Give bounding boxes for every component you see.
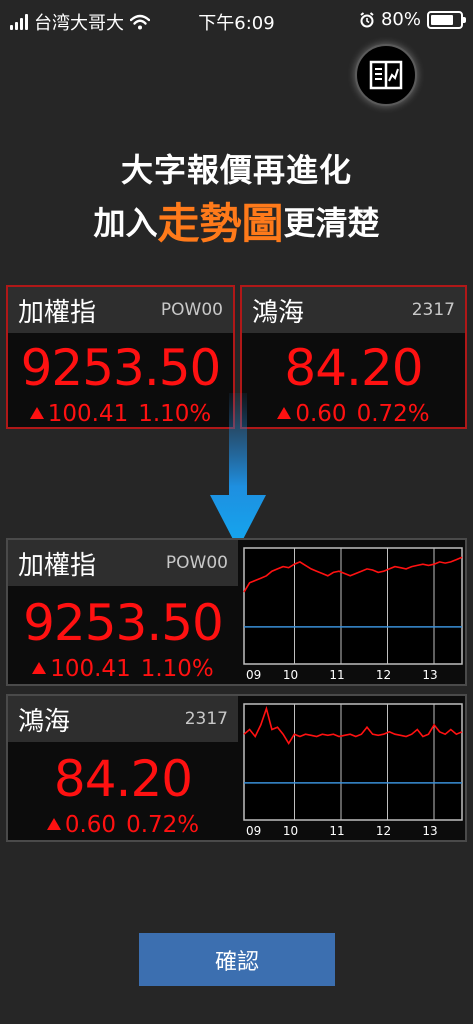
alarm-icon <box>360 11 374 27</box>
down-arrow-icon <box>210 393 266 549</box>
stock-change: 0.60 <box>64 812 117 838</box>
chart-x-tick: 11 <box>329 668 344 682</box>
headline-prefix: 加入 <box>93 204 158 242</box>
stock-code: 2317 <box>411 300 455 320</box>
up-triangle-icon <box>32 662 47 674</box>
stock-percent: 1.10% <box>138 401 212 427</box>
status-bar: 台湾大哥大 下午6:09 80% <box>0 0 473 40</box>
stock-name: 加權指 <box>18 550 97 581</box>
chart-frame <box>243 703 463 821</box>
stock-price: 84.20 <box>53 750 193 808</box>
battery-percent: 80% <box>380 9 421 30</box>
chart-book-button[interactable] <box>355 44 417 106</box>
stock-change-row: 0.60 0.72% <box>242 401 465 427</box>
stock-percent: 0.72% <box>356 401 430 427</box>
chart-x-tick: 09 <box>246 668 261 682</box>
card-header: 鴻海 2317 <box>242 287 465 333</box>
chart-x-tick: 13 <box>422 824 437 838</box>
up-triangle-icon <box>277 407 292 419</box>
stock-name: 鴻海 <box>252 297 305 328</box>
chart-x-tick: 12 <box>376 824 391 838</box>
stock-change-row: 100.41 1.10% <box>8 656 238 682</box>
stock-name: 鴻海 <box>18 706 71 737</box>
chart-x-tick: 10 <box>283 668 298 682</box>
stock-percent: 1.10% <box>140 656 214 682</box>
new-quote-card-taiex: 加權指 POW00 9253.50 100.41 1.10% 09 10 11 12 1… <box>6 538 467 686</box>
quote-pane: 鴻海 2317 84.20 0.60 0.72% <box>8 696 238 840</box>
stock-name: 加權指 <box>18 297 97 328</box>
up-triangle-icon <box>29 407 44 419</box>
chart-x-tick: 10 <box>283 824 298 838</box>
new-quote-card-2317: 鴻海 2317 84.20 0.60 0.72% 09 10 11 12 13 <box>6 694 467 842</box>
card-header: 加權指 POW00 <box>8 287 233 333</box>
status-right: 80% <box>359 9 466 30</box>
intraday-chart-2317: 09 10 11 12 13 <box>243 703 463 838</box>
stock-price: 9253.50 <box>20 339 222 397</box>
quote-pane: 加權指 POW00 9253.50 100.41 1.10% <box>8 540 238 684</box>
stock-change: 100.41 <box>50 656 131 682</box>
stock-change: 100.41 <box>47 401 129 427</box>
stock-code: 2317 <box>184 709 228 729</box>
headline-accent: 走勢圖 <box>157 199 284 248</box>
up-triangle-icon <box>46 818 61 830</box>
stock-percent: 0.72% <box>126 812 200 838</box>
confirm-button[interactable]: 確認 <box>139 933 335 986</box>
headline-line2: 加入走勢圖更清楚 <box>0 190 473 251</box>
chart-book-icon <box>369 60 403 90</box>
headline-line1: 大字報價再進化 <box>120 151 352 189</box>
stock-code: POW00 <box>165 553 228 573</box>
stock-change-row: 100.41 1.10% <box>8 401 233 427</box>
stock-change: 0.60 <box>295 401 347 427</box>
stock-price: 9253.50 <box>23 594 224 652</box>
old-quote-card-2317: 鴻海 2317 84.20 0.60 0.72% <box>240 285 467 429</box>
battery-icon <box>427 10 466 29</box>
stock-change-row: 0.60 0.72% <box>8 812 238 838</box>
chart-x-tick: 12 <box>376 668 391 682</box>
headline-suffix: 更清楚 <box>283 204 380 242</box>
stock-code: POW00 <box>160 300 223 320</box>
card-header: 鴻海 2317 <box>8 696 238 742</box>
chart-x-tick: 09 <box>246 824 261 838</box>
card-header: 加權指 POW00 <box>8 540 238 586</box>
old-quote-card-taiex: 加權指 POW00 9253.50 100.41 1.10% <box>6 285 235 429</box>
stock-price: 84.20 <box>284 339 423 397</box>
intraday-chart-taiex: 09 10 11 12 13 <box>243 547 463 682</box>
chart-x-tick: 11 <box>329 824 344 838</box>
chart-x-tick: 13 <box>422 668 437 682</box>
